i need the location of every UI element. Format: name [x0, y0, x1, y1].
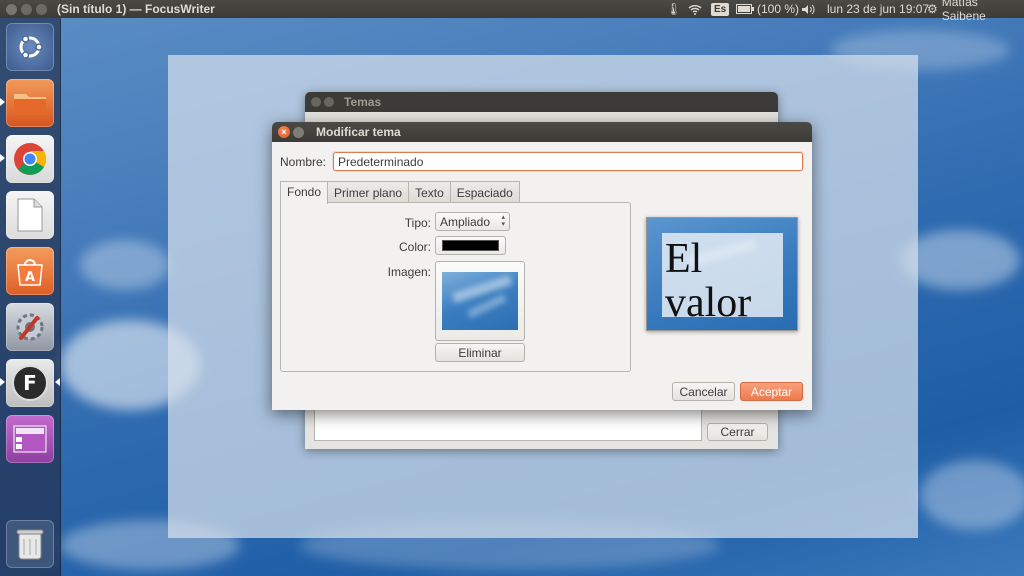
- edit-theme-dialog: × Modificar tema Nombre: Fondo Primer pl…: [272, 122, 812, 410]
- dialog-titlebar: × Modificar tema: [272, 122, 812, 142]
- thermometer-icon[interactable]: 🌡: [666, 0, 681, 18]
- themes-list[interactable]: [314, 409, 702, 441]
- image-label: Imagen:: [387, 265, 431, 279]
- type-combobox[interactable]: Ampliado ▴ ▾: [435, 212, 510, 231]
- type-label: Tipo:: [404, 216, 431, 230]
- software-center-icon[interactable]: A: [6, 247, 54, 295]
- themes-close-button[interactable]: [311, 97, 321, 107]
- wifi-icon[interactable]: [688, 0, 702, 18]
- preview-text: El valor: [665, 236, 752, 317]
- close-button[interactable]: Cerrar: [707, 423, 768, 441]
- themes-minimize-button[interactable]: [324, 97, 334, 107]
- background-thumbnail: [442, 272, 518, 330]
- focuswriter-icon[interactable]: F: [6, 359, 54, 407]
- volume-icon[interactable]: [801, 0, 815, 18]
- user-name: Matías Saibene: [941, 0, 986, 23]
- focuswriter-glyph: F: [12, 365, 48, 401]
- dialog-minimize-button[interactable]: [293, 126, 304, 138]
- gear-icon: ⚙: [927, 2, 938, 16]
- chrome-icon[interactable]: [6, 135, 54, 183]
- window-minimize-button[interactable]: [21, 3, 32, 15]
- spinner-arrows-icon: ▴ ▾: [501, 214, 505, 228]
- tab-espaciado[interactable]: Espaciado: [449, 181, 520, 203]
- workspace-switcher-icon[interactable]: [6, 415, 54, 463]
- tab-fondo[interactable]: Fondo: [280, 181, 329, 204]
- libreoffice-icon[interactable]: [6, 191, 54, 239]
- window-maximize-button[interactable]: [36, 3, 47, 15]
- type-value: Ampliado: [440, 215, 491, 229]
- cancel-button[interactable]: Cancelar: [672, 382, 735, 401]
- tab-primer-plano[interactable]: Primer plano: [327, 181, 410, 203]
- dialog-close-button[interactable]: ×: [278, 126, 290, 138]
- theme-preview: El valor: [646, 217, 798, 331]
- name-input[interactable]: [333, 152, 803, 171]
- system-settings-icon[interactable]: [6, 303, 54, 351]
- tab-bar: Fondo Primer plano Texto Espaciado: [280, 181, 520, 204]
- battery-indicator[interactable]: (100 %): [736, 0, 799, 18]
- window-close-button[interactable]: [6, 3, 17, 15]
- clock[interactable]: lun 23 de jun 19:07: [827, 0, 929, 18]
- launcher: A F: [0, 18, 61, 576]
- session-menu[interactable]: ⚙ Matías Saibene: [927, 0, 1024, 23]
- trash-icon[interactable]: [6, 520, 54, 568]
- themes-title: Temas: [344, 95, 382, 109]
- battery-icon: [736, 4, 754, 14]
- keyboard-layout-label: Es: [711, 2, 730, 16]
- preview-page: El valor: [662, 233, 783, 317]
- color-label: Color:: [398, 240, 431, 254]
- name-label: Nombre:: [280, 155, 327, 169]
- dialog-title: Modificar tema: [316, 125, 401, 139]
- image-chooser-button[interactable]: [435, 261, 525, 341]
- keyboard-layout-indicator[interactable]: Es: [711, 0, 730, 18]
- top-panel: (Sin título 1) — FocusWriter 🌡 Es (100 %…: [0, 0, 1024, 23]
- files-icon[interactable]: [6, 79, 54, 127]
- color-swatch: [442, 240, 499, 251]
- remove-image-button[interactable]: Eliminar: [435, 343, 525, 362]
- fondo-panel: Tipo: Ampliado ▴ ▾ Color: Imagen: Elimina…: [280, 202, 631, 372]
- tab-texto[interactable]: Texto: [408, 181, 451, 203]
- svg-text:A: A: [25, 270, 35, 285]
- themes-titlebar: Temas: [305, 92, 778, 112]
- ubuntu-dash-icon[interactable]: [6, 23, 54, 71]
- window-title: (Sin título 1) — FocusWriter: [57, 2, 215, 16]
- battery-label: (100 %): [757, 2, 800, 16]
- accept-button[interactable]: Aceptar: [740, 382, 803, 401]
- color-button[interactable]: [435, 236, 506, 255]
